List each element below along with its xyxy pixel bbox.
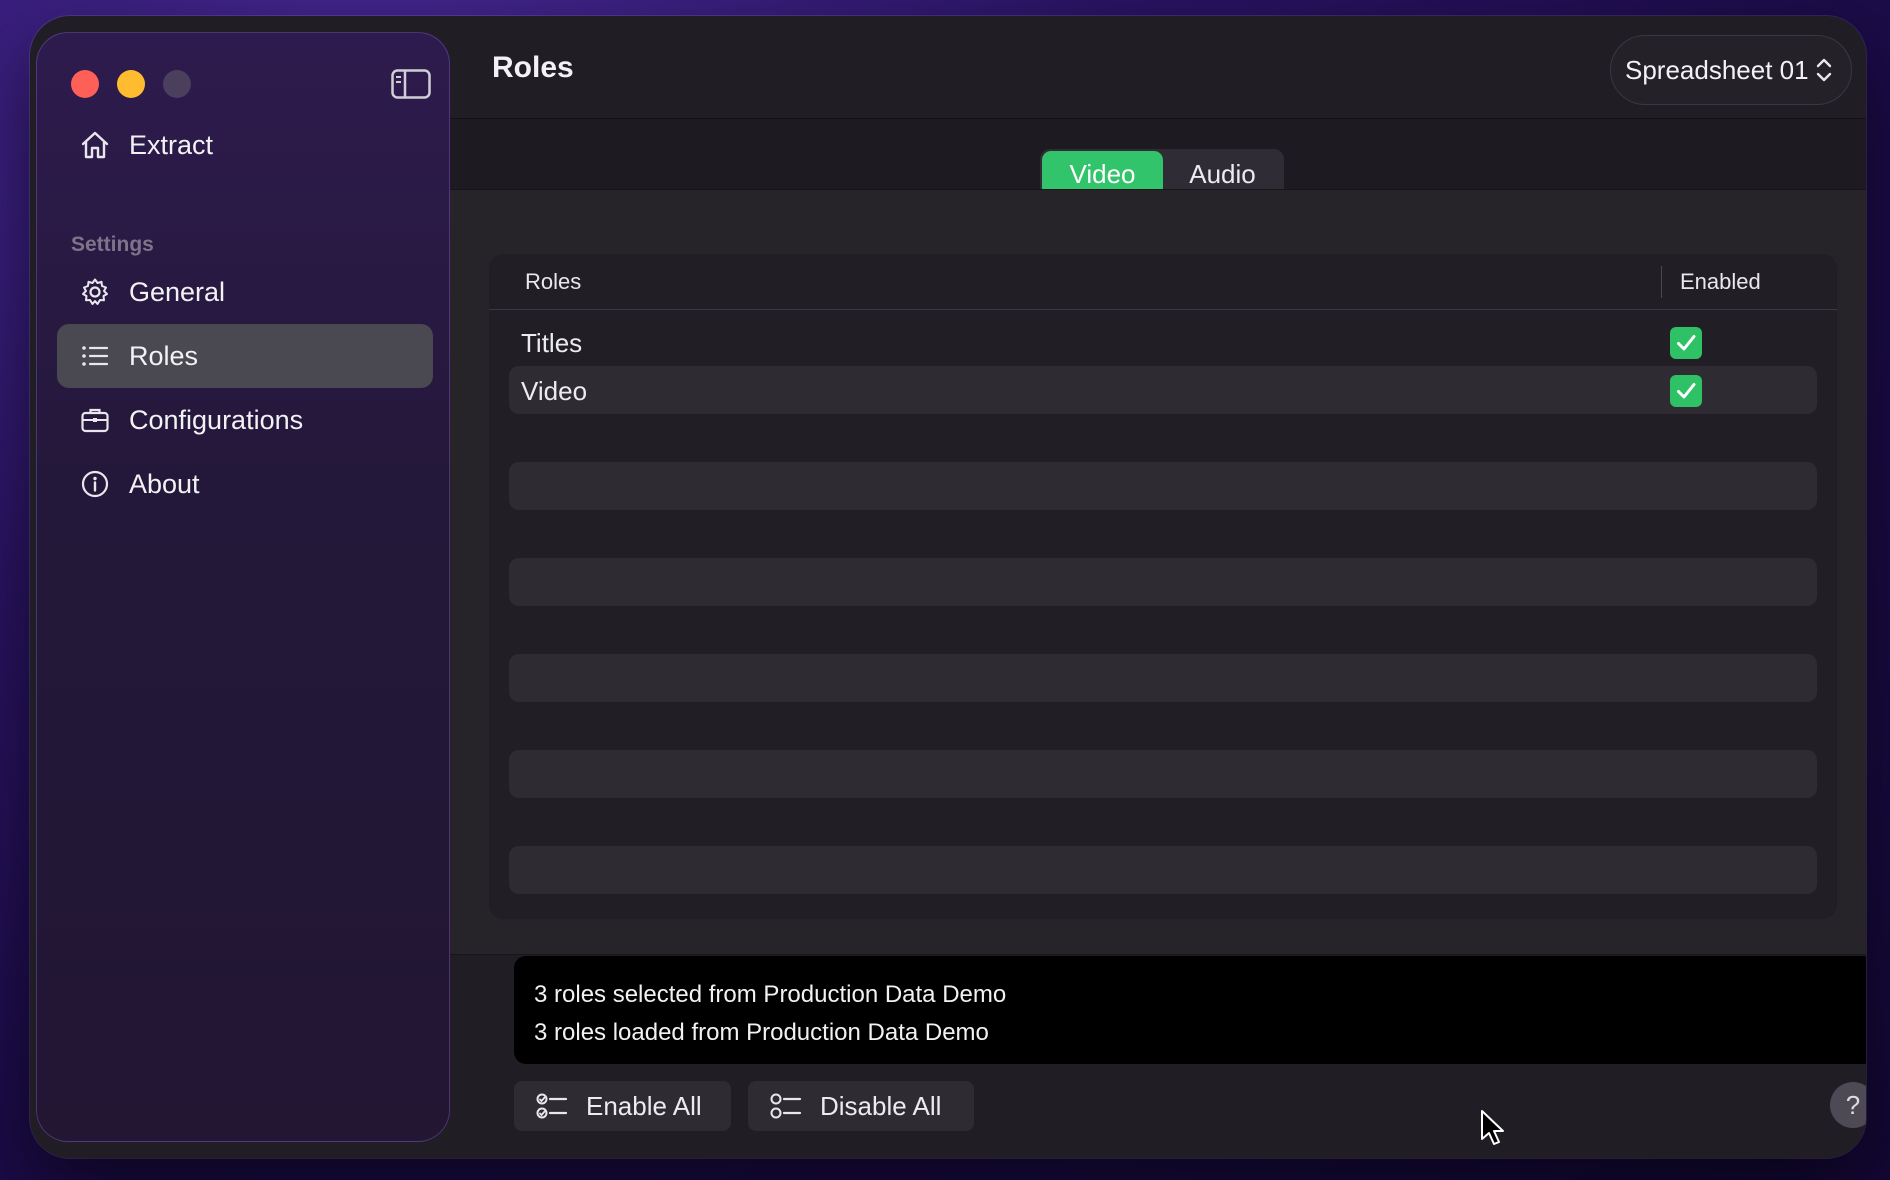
log-output: 3 roles selected from Production Data De… — [514, 956, 1866, 1064]
sidebar-item-roles[interactable]: Roles — [57, 324, 433, 388]
log-line: 3 roles selected from Production Data De… — [534, 981, 1007, 1008]
table-header: Roles Enabled — [489, 254, 1837, 310]
sidebar-item-label: Extract — [129, 129, 214, 160]
checklist-unchecked-icon — [770, 1093, 802, 1119]
help-button[interactable]: ? — [1830, 1082, 1866, 1128]
info-circle-icon — [79, 468, 111, 500]
minimize-window-button[interactable] — [117, 70, 145, 98]
column-divider — [1661, 266, 1662, 298]
sidebar-item-label: Configurations — [129, 404, 304, 435]
table-row[interactable]: Video — [509, 366, 1817, 414]
sidebar-item-general[interactable]: General — [57, 260, 433, 324]
enabled-checkbox[interactable] — [1670, 375, 1702, 407]
table-row[interactable]: Titles — [509, 318, 1817, 366]
empty-table-row — [509, 750, 1817, 798]
briefcase-icon — [79, 404, 111, 436]
empty-table-row — [509, 654, 1817, 702]
document-picker-label: Spreadsheet 01 — [1625, 54, 1809, 85]
content-pane: Roles Enabled Titles Video — [450, 189, 1866, 955]
app-window: Extract Settings General Roles Configura… — [30, 16, 1866, 1158]
document-picker[interactable]: Spreadsheet 01 — [1610, 35, 1852, 105]
sidebar-item-label: About — [129, 468, 200, 499]
close-window-button[interactable] — [71, 70, 99, 98]
role-name: Video — [521, 376, 588, 406]
list-icon — [79, 340, 111, 372]
enable-all-label: Enable All — [586, 1090, 702, 1121]
role-name: Titles — [521, 328, 583, 358]
chevron-up-down-icon — [1816, 58, 1831, 82]
sidebar-left-icon[interactable] — [391, 69, 431, 99]
sidebar-item-label: General — [129, 276, 226, 307]
main-content: Roles Spreadsheet 01 Video Audio Roles E… — [450, 16, 1866, 1158]
log-line: 3 roles loaded from Production Data Demo — [534, 1019, 989, 1046]
empty-table-row — [509, 558, 1817, 606]
disable-all-button[interactable]: Disable All — [748, 1081, 974, 1131]
enabled-checkbox[interactable] — [1670, 327, 1702, 359]
column-header-roles[interactable]: Roles — [525, 269, 581, 295]
disable-all-label: Disable All — [820, 1090, 942, 1121]
sidebar-item-about[interactable]: About — [57, 452, 433, 516]
enable-all-button[interactable]: Enable All — [514, 1081, 731, 1131]
house-icon — [79, 129, 111, 161]
sidebar-item-label: Roles — [129, 340, 199, 371]
empty-table-row — [509, 462, 1817, 510]
column-header-enabled[interactable]: Enabled — [1680, 269, 1761, 295]
title-bar: Roles Spreadsheet 01 — [450, 16, 1866, 119]
sidebar: Extract Settings General Roles Configura… — [36, 32, 450, 1142]
mouse-pointer-icon — [1481, 1110, 1504, 1145]
checkmark-icon — [1677, 335, 1696, 351]
sidebar-item-extract[interactable]: Extract — [57, 113, 433, 177]
checklist-icon — [536, 1093, 568, 1119]
gear-icon — [79, 276, 111, 308]
zoom-window-button[interactable] — [163, 70, 191, 98]
page-title: Roles — [492, 51, 574, 84]
empty-table-row — [509, 846, 1817, 894]
roles-table: Roles Enabled Titles Video — [489, 254, 1837, 919]
sidebar-item-configurations[interactable]: Configurations — [57, 388, 433, 452]
sidebar-section-settings: Settings — [71, 233, 154, 256]
checkmark-icon — [1677, 383, 1696, 399]
